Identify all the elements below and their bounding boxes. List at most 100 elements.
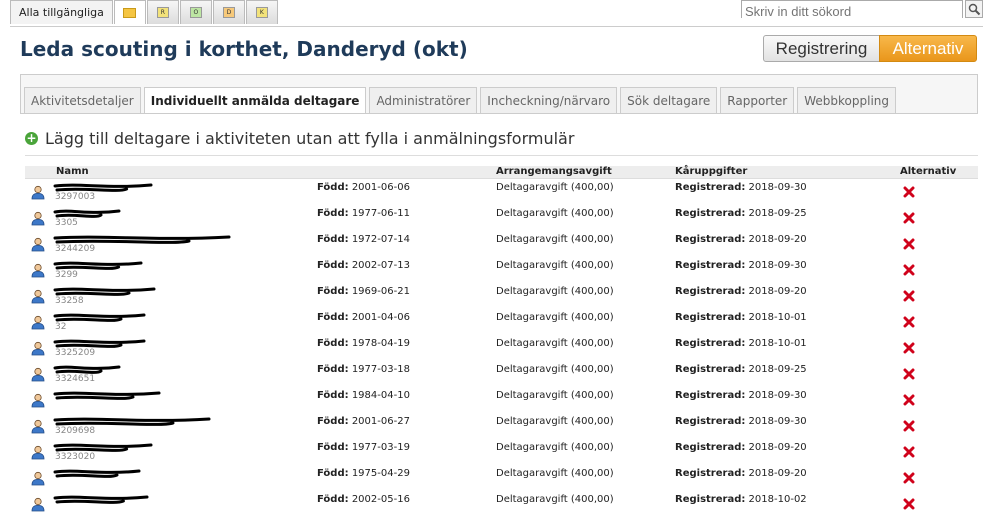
subtab-bar: Aktivitetsdetaljer Individuellt anmälda … <box>24 87 899 114</box>
header-fee[interactable]: Arrangemangsavgift <box>496 166 612 178</box>
registered-value: 2018-09-30 <box>748 182 807 193</box>
tab-folder[interactable] <box>113 0 146 24</box>
table-header: Namn Arrangemangsavgift Kåruppgifter Alt… <box>25 166 978 179</box>
tab-aktivitetsdetaljer[interactable]: Aktivitetsdetaljer <box>24 87 141 113</box>
table-row: Född: 2002-05-16 Deltagaravgift (400,00) R… <box>25 492 978 518</box>
born-date: Född: 1978-04-19 <box>317 338 410 349</box>
registered-value: 2018-09-30 <box>748 416 807 427</box>
registered-date: Registrerad: 2018-09-20 <box>675 442 807 453</box>
registered-label: Registrerad: <box>675 286 746 297</box>
redaction-mark <box>53 339 146 348</box>
redaction-mark <box>53 313 146 322</box>
fee-value: Deltagaravgift (400,00) <box>496 338 614 349</box>
born-date: Född: 1977-03-19 <box>317 442 410 453</box>
born-label: Född: <box>317 260 349 271</box>
delete-icon[interactable] <box>903 290 915 302</box>
born-label: Född: <box>317 312 349 323</box>
registered-date: Registrerad: 2018-10-01 <box>675 338 807 349</box>
alternativ-button[interactable]: Alternativ <box>879 35 977 62</box>
delete-icon[interactable] <box>903 420 915 432</box>
registrering-button[interactable]: Registrering <box>763 35 880 62</box>
delete-icon[interactable] <box>903 498 915 510</box>
delete-icon[interactable] <box>903 368 915 380</box>
delete-icon[interactable] <box>903 394 915 406</box>
tab-webbkoppling[interactable]: Webbkoppling <box>797 87 897 113</box>
born-label: Född: <box>317 442 349 453</box>
tab-rapporter[interactable]: Rapporter <box>720 87 795 113</box>
yellow-k-icon: K <box>255 7 268 18</box>
header-name[interactable]: Namn <box>56 166 89 178</box>
registered-date: Registrerad: 2018-09-25 <box>675 208 807 219</box>
tab-all-available[interactable]: Alla tillgängliga <box>10 0 113 24</box>
delete-icon[interactable] <box>903 238 915 250</box>
tab-k[interactable]: K <box>245 0 278 24</box>
tab-individuellt-anmalda[interactable]: Individuellt anmälda deltagare <box>143 87 367 114</box>
person-icon <box>31 471 45 486</box>
registered-label: Registrerad: <box>675 468 746 479</box>
table-row: 3324651 Född: 1977-03-18 Deltagaravgift (4… <box>25 362 978 388</box>
add-participant-link[interactable]: + Lägg till deltagare i aktiviteten utan… <box>25 129 574 148</box>
born-label: Född: <box>317 468 349 479</box>
fee-value: Deltagaravgift (400,00) <box>496 208 614 219</box>
header-divider <box>10 26 983 27</box>
born-label: Född: <box>317 416 349 427</box>
registered-value: 2018-09-25 <box>748 364 807 375</box>
tab-r[interactable]: R <box>146 0 179 24</box>
tab-d[interactable]: D <box>212 0 245 24</box>
green-o-icon: O <box>189 7 202 18</box>
orange-d-icon: D <box>222 7 235 18</box>
fee-value: Deltagaravgift (400,00) <box>496 494 614 505</box>
delete-icon[interactable] <box>903 342 915 354</box>
person-icon <box>31 185 45 200</box>
table-row: 3305 Född: 1977-06-11 Deltagaravgift (400,… <box>25 206 978 232</box>
registered-label: Registrerad: <box>675 260 746 271</box>
born-value: 1978-04-19 <box>351 338 410 349</box>
tab-o[interactable]: O <box>179 0 212 24</box>
fee-value: Deltagaravgift (400,00) <box>496 390 614 401</box>
registered-value: 2018-10-01 <box>748 312 807 323</box>
registered-value: 2018-09-30 <box>748 390 807 401</box>
registered-date: Registrerad: 2018-09-30 <box>675 416 807 427</box>
registered-date: Registrerad: 2018-09-30 <box>675 182 807 193</box>
born-date: Född: 1969-06-21 <box>317 286 410 297</box>
redaction-mark <box>53 287 156 296</box>
born-label: Född: <box>317 494 349 505</box>
header-group[interactable]: Kåruppgifter <box>675 166 747 178</box>
registered-value: 2018-10-01 <box>748 338 807 349</box>
search-button[interactable] <box>965 0 983 18</box>
born-value: 1977-03-18 <box>351 364 410 375</box>
redaction-mark <box>53 261 143 270</box>
delete-icon[interactable] <box>903 316 915 328</box>
search-input[interactable] <box>742 3 962 20</box>
delete-icon[interactable] <box>903 212 915 224</box>
redaction-mark <box>53 469 141 478</box>
tab-incheckning[interactable]: Incheckning/närvaro <box>480 87 618 113</box>
registered-label: Registrerad: <box>675 338 746 349</box>
registered-value: 2018-09-20 <box>748 286 807 297</box>
fee-value: Deltagaravgift (400,00) <box>496 442 614 453</box>
plus-icon: + <box>25 131 38 145</box>
yellow-r-icon: R <box>156 7 169 18</box>
person-icon <box>31 211 45 226</box>
person-icon <box>31 445 45 460</box>
registered-value: 2018-09-25 <box>748 208 807 219</box>
registered-label: Registrerad: <box>675 442 746 453</box>
table-row: 3325209 Född: 1978-04-19 Deltagaravgift (4… <box>25 336 978 362</box>
born-label: Född: <box>317 390 349 401</box>
registered-date: Registrerad: 2018-09-25 <box>675 364 807 375</box>
registered-date: Registrerad: 2018-09-20 <box>675 286 807 297</box>
person-icon <box>31 289 45 304</box>
registered-value: 2018-09-20 <box>748 442 807 453</box>
table-row: 32 Född: 2001-04-06 Deltagaravgift (400,00… <box>25 310 978 336</box>
born-value: 2001-04-06 <box>351 312 410 323</box>
delete-icon[interactable] <box>903 472 915 484</box>
redaction-mark <box>53 183 153 192</box>
delete-icon[interactable] <box>903 264 915 276</box>
tab-sok-deltagare[interactable]: Sök deltagare <box>620 87 718 113</box>
delete-icon[interactable] <box>903 186 915 198</box>
born-value: 2002-05-16 <box>351 494 410 505</box>
registered-date: Registrerad: 2018-10-01 <box>675 312 807 323</box>
delete-icon[interactable] <box>903 446 915 458</box>
add-participant-label: Lägg till deltagare i aktiviteten utan a… <box>45 129 575 148</box>
tab-administratorer[interactable]: Administratörer <box>369 87 478 113</box>
